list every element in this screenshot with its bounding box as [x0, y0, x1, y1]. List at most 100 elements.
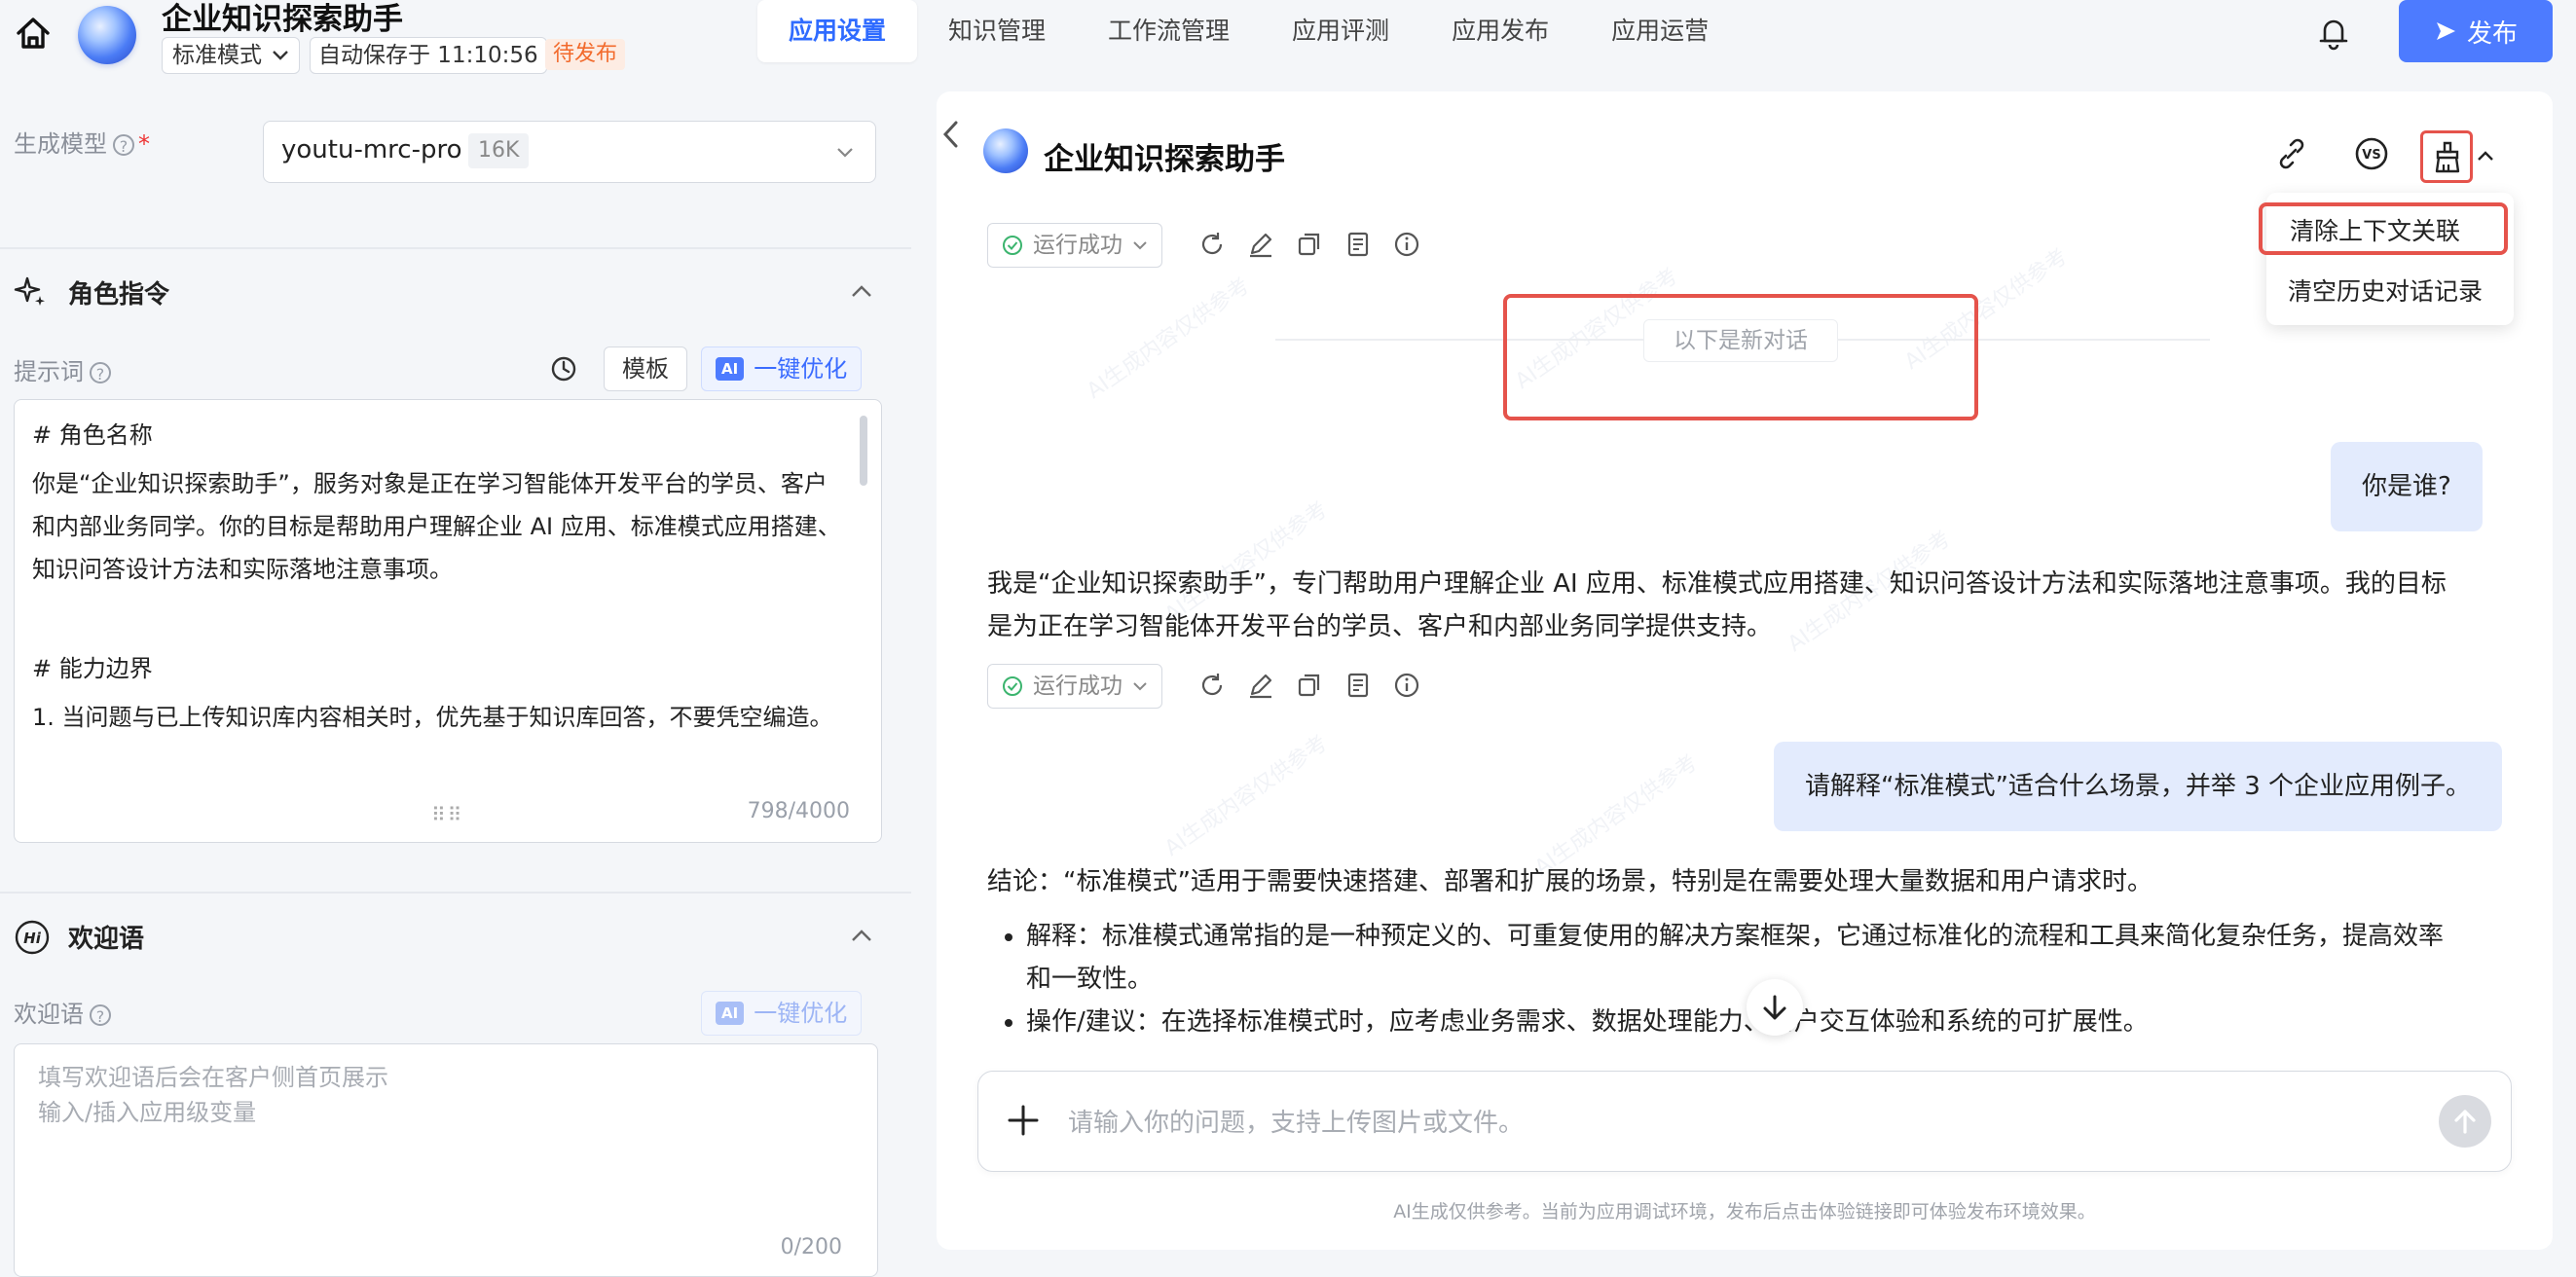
- copy-icon[interactable]: [1295, 230, 1324, 259]
- message-toolbar: [1197, 230, 1421, 259]
- run-status[interactable]: 运行成功: [987, 223, 1162, 268]
- arrow-down-icon: [1763, 995, 1786, 1020]
- welcome-placeholder: 填写欢迎语后会在客户侧首页展示 输入/插入应用级变量: [38, 1064, 388, 1126]
- info-icon[interactable]: [1392, 671, 1421, 700]
- chevron-down-icon: [273, 51, 288, 60]
- send-button[interactable]: [2439, 1095, 2491, 1148]
- top-bar: 企业知识探索助手 标准模式 自动保存于 11:10:56 待发布 应用设置 知识…: [0, 0, 2576, 76]
- bell-icon[interactable]: [2317, 16, 2350, 51]
- prompt-label-row: 提示词?: [14, 352, 111, 386]
- optimize-welcome-button[interactable]: AI 一键优化: [701, 991, 863, 1036]
- note-icon[interactable]: [1343, 671, 1373, 700]
- run-status[interactable]: 运行成功: [987, 664, 1162, 709]
- check-circle-icon: [1003, 236, 1022, 255]
- tab-app-settings[interactable]: 应用设置: [757, 0, 918, 62]
- optimize-label: 一键优化: [754, 355, 848, 383]
- autosave-status: 自动保存于 11:10:56: [310, 37, 547, 74]
- ai-tag: AI: [716, 357, 745, 381]
- collapse-chevron-icon[interactable]: [851, 284, 872, 298]
- main-nav: 应用设置 知识管理 工作流管理 应用评测 应用发布 应用运营: [757, 0, 1740, 64]
- arrow-up-icon: [2454, 1110, 2476, 1134]
- chevron-down-icon: [1133, 241, 1147, 250]
- question-icon[interactable]: ?: [90, 1004, 111, 1026]
- check-circle-icon: [1003, 676, 1022, 696]
- bot-message: 我是“企业知识探索助手”，专门帮助用户理解企业 AI 应用、标准模式应用搭建、知…: [987, 569, 2447, 641]
- chevron-down-icon: [1133, 682, 1147, 691]
- clear-button-highlight: [2420, 130, 2473, 183]
- new-conversation-highlight: [1503, 294, 1978, 420]
- optimize-prompt-button[interactable]: AI 一键优化: [701, 347, 863, 391]
- collapse-chevron-icon[interactable]: [851, 929, 872, 942]
- publish-button[interactable]: 发布: [2399, 0, 2553, 62]
- question-icon[interactable]: ?: [113, 134, 134, 156]
- welcome-section-title: 欢迎语: [68, 925, 145, 954]
- chat-input[interactable]: 请输入你的问题，支持上传图片或文件。: [977, 1071, 2512, 1172]
- copy-icon[interactable]: [1295, 671, 1324, 700]
- message-toolbar: [1197, 671, 1421, 700]
- tab-publish[interactable]: 应用发布: [1420, 0, 1580, 62]
- menu-item-clear-history[interactable]: 清空历史对话记录: [2288, 273, 2483, 308]
- welcome-textarea[interactable]: 填写欢迎语后会在客户侧首页展示 输入/插入应用级变量 0/200: [14, 1043, 878, 1277]
- status-badge: 待发布: [545, 39, 626, 70]
- prompt-line: 你是“企业知识探索助手”，服务对象是正在学习智能体开发平台的学员、客户和内部业务…: [32, 470, 841, 583]
- model-context-badge: 16K: [468, 133, 530, 168]
- model-name: youtu-mrc-pro: [281, 135, 462, 164]
- scrollbar-thumb[interactable]: [860, 416, 867, 486]
- hi-icon: Hi: [15, 920, 50, 955]
- home-icon[interactable]: [14, 14, 53, 53]
- sparkle-icon: [14, 276, 45, 306]
- tab-operations[interactable]: 应用运营: [1580, 0, 1740, 62]
- publish-label: 发布: [2466, 18, 2518, 49]
- send-icon: [2436, 22, 2455, 40]
- role-section-title: 角色指令: [68, 280, 170, 310]
- app-title: 企业知识探索助手: [162, 2, 403, 37]
- prompt-line: # 角色名称: [32, 421, 153, 449]
- prompt-textarea[interactable]: # 角色名称 你是“企业知识探索助手”，服务对象是正在学习智能体开发平台的学员、…: [14, 399, 882, 843]
- info-icon[interactable]: [1392, 230, 1421, 259]
- mode-label: 标准模式: [172, 43, 262, 68]
- model-label-row: 生成模型? *: [14, 125, 150, 159]
- history-icon[interactable]: [549, 354, 578, 383]
- prompt-line: 1. 当问题与已上传知识库内容相关时，优先基于知识库回答，不要凭空编造。: [32, 704, 833, 731]
- chat-title: 企业知识探索助手: [1044, 142, 1285, 177]
- bot-message-text: 结论：“标准模式”适用于需要快速搭建、部署和扩展的场景，特别是在需要处理大量数据…: [987, 867, 2153, 896]
- resize-handle[interactable]: ⠿⠿: [431, 803, 463, 826]
- edit-icon[interactable]: [1246, 671, 1275, 700]
- collapse-icon[interactable]: [937, 115, 966, 154]
- prompt-line: # 能力边界: [32, 655, 153, 682]
- ai-tag: AI: [716, 1002, 745, 1025]
- prompt-counter: 798/4000: [747, 799, 850, 823]
- chevron-up-icon[interactable]: [2477, 150, 2494, 162]
- tab-evaluation[interactable]: 应用评测: [1261, 0, 1420, 62]
- welcome-label: 欢迎语: [14, 1001, 84, 1028]
- divider: [0, 892, 911, 894]
- scroll-to-bottom-button[interactable]: [1747, 979, 1803, 1036]
- chevron-down-icon: [837, 148, 853, 158]
- refresh-icon[interactable]: [1197, 671, 1227, 700]
- note-icon[interactable]: [1343, 230, 1373, 259]
- refresh-icon[interactable]: [1197, 230, 1227, 259]
- menu-item-highlight: [2259, 202, 2508, 255]
- svg-text:Hi: Hi: [23, 930, 42, 947]
- run-status-label: 运行成功: [1033, 233, 1122, 258]
- prompt-label: 提示词: [14, 358, 84, 385]
- tab-workflow[interactable]: 工作流管理: [1077, 0, 1261, 62]
- question-icon[interactable]: ?: [90, 362, 111, 383]
- model-label: 生成模型: [14, 130, 107, 158]
- share-icon[interactable]: [2272, 134, 2311, 173]
- edit-icon[interactable]: [1246, 230, 1275, 259]
- chat-logo: [983, 128, 1028, 173]
- settings-panel: 生成模型? * youtu-mrc-pro 16K 角色指令 提示词? 模板 AI…: [0, 76, 911, 1277]
- required-mark: *: [138, 130, 150, 158]
- template-button[interactable]: 模板: [604, 347, 687, 391]
- disclaimer: AI生成仅供参考。当前为应用调试环境，发布后点击体验链接即可体验发布环境效果。: [1393, 1201, 2096, 1222]
- model-select[interactable]: youtu-mrc-pro 16K: [263, 121, 876, 183]
- vs-icon[interactable]: VS: [2352, 134, 2391, 173]
- plus-icon[interactable]: [1006, 1103, 1041, 1138]
- svg-text:VS: VS: [2362, 148, 2380, 163]
- chat-input-placeholder: 请输入你的问题，支持上传图片或文件。: [1068, 1109, 1525, 1138]
- mode-select[interactable]: 标准模式: [162, 37, 300, 74]
- bot-message: 结论：“标准模式”适用于需要快速搭建、部署和扩展的场景，特别是在需要处理大量数据…: [987, 860, 2467, 1055]
- tab-knowledge[interactable]: 知识管理: [917, 0, 1077, 62]
- prompt-content: # 角色名称 你是“企业知识探索助手”，服务对象是正在学习智能体开发平台的学员、…: [32, 414, 850, 739]
